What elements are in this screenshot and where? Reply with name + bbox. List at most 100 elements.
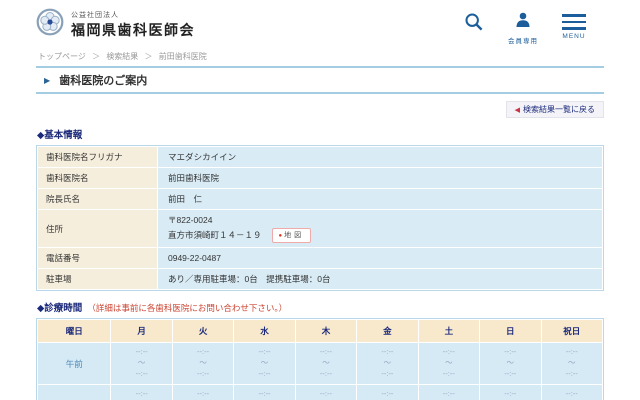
row-label: 院長氏名 [37,188,158,210]
search-icon [464,12,484,37]
column-header: 曜日 [36,319,112,344]
hours-note: （詳細は事前に各歯科医院にお問い合わせ下さい。） [87,303,288,314]
hours-heading: ◆診療時間 （詳細は事前に各歯科医院にお問い合わせ下さい。） [37,300,604,314]
table-row: 歯科医院名フリガナ マエダシカイイン [37,146,603,168]
hours-heading-text: ◆診療時間 [37,303,83,315]
title-triangle-icon: ▶ [44,76,51,85]
table-row: 駐車場 あり／専用駐車場：0台 提携駐車場：0台 [37,268,603,291]
org-name: 福岡県歯科医師会 [71,21,195,38]
row-label: 電話番号 [37,247,158,270]
row-label: 歯科医院名フリガナ [37,146,158,168]
time-tilde: ～ [506,358,515,368]
breadcrumb-search-results[interactable]: 検索結果 [106,52,138,61]
row-label: 住所 [37,208,158,249]
menu-label: MENU [562,32,586,40]
time-end: --:-- [504,368,517,378]
schedule-cell: --:-- ～ --:-- [479,342,542,385]
row-label: 歯科医院名 [37,167,158,189]
breadcrumb-home[interactable]: トップページ [38,52,86,61]
time-start: --:-- [565,388,578,398]
time-start: --:-- [258,347,271,357]
row-value: 前田歯科医院 [157,167,603,189]
row-value: 前田 仁 [157,188,603,210]
time-tilde: ～ [568,358,576,368]
time-end: --:-- [258,368,271,378]
time-end: --:-- [442,368,455,378]
header-actions: 会員専用 MENU [464,8,604,45]
time-start: --:-- [135,388,148,398]
time-tilde: ～ [199,358,207,368]
table-row: 歯科医院名 前田歯科医院 [37,167,603,189]
row-label: 午前 [36,342,112,385]
schedule-cell: --:-- ～ --:-- [417,383,481,400]
breadcrumb-current: 前田歯科医院 [158,52,207,61]
member-area-label: 会員専用 [508,38,538,45]
column-header: 水 [233,319,296,344]
time-start: --:-- [319,388,332,398]
map-pin-icon: ● [278,232,283,239]
time-end: --:-- [135,368,148,378]
postal-code: 〒822-0024 [168,215,213,225]
time-end: --:-- [319,368,332,378]
hours-table: 曜日 月 火 水 木 金 土 日 祝日 午前 --:-- ～ --:-- --:… [36,318,604,400]
column-header: 火 [171,319,235,344]
row-value: あり／専用駐車場：0台 提携駐車場：0台 [157,268,603,291]
search-button[interactable] [464,12,484,37]
schedule-cell: --:-- ～ --:-- [110,383,173,400]
schedule-cell: --:-- ～ --:-- [540,342,603,385]
time-end: --:-- [565,368,578,378]
member-area-button[interactable]: 会員専用 [508,12,538,45]
schedule-cell: --:-- ～ --:-- [294,342,358,385]
schedule-cell: --:-- ～ --:-- [171,342,235,385]
back-row: ◀ 検索結果一覧に戻る [36,99,604,118]
time-start: --:-- [381,388,394,398]
org-type: 公益社団法人 [71,11,119,19]
schedule-cell: --:-- ～ --:-- [356,342,419,385]
hours-header-row: 曜日 月 火 水 木 金 土 日 祝日 [36,319,603,344]
basic-info-table: 歯科医院名フリガナ マエダシカイイン 歯科医院名 前田歯科医院 院長氏名 前田 … [36,145,604,292]
back-arrow-icon: ◀ [514,107,520,114]
column-header: 日 [479,319,542,344]
time-tilde: ～ [445,358,453,368]
column-header: 月 [110,319,173,344]
street-address: 直方市須崎町１４－１９ ● 地図 [168,227,592,244]
column-header: 金 [356,319,419,344]
page-title: 歯科医院のご案内 [59,75,148,87]
map-button[interactable]: ● 地図 [271,227,312,244]
map-button-label: 地図 [284,231,305,239]
time-start: --:-- [135,347,148,357]
page-title-bar: ▶ 歯科医院のご案内 [36,66,604,94]
page: 公益社団法人 福岡県歯科医師会 会員専用 MENU トップページ ＞ 検索結果 … [0,0,640,400]
time-start: --:-- [258,388,271,398]
member-person-icon [515,12,531,32]
table-row-address: 住所 〒822-0024 直方市須崎町１４－１９ ● 地図 [37,208,603,249]
row-label: 午後 [36,383,112,400]
time-start: --:-- [504,388,517,398]
time-tilde: ～ [322,358,330,368]
schedule-cell: --:-- ～ --:-- [171,383,235,400]
schedule-cell: --:-- ～ --:-- [233,342,296,385]
street-text: 直方市須崎町１４－１９ [168,229,262,240]
hours-row-afternoon: 午後 --:-- ～ --:-- --:-- ～ --:-- --:-- ～ -… [36,383,603,400]
row-value: 〒822-0024 直方市須崎町１４－１９ ● 地図 [157,208,603,249]
schedule-cell: --:-- ～ --:-- [417,342,481,385]
breadcrumb-separator: ＞ [92,52,101,61]
table-row: 院長氏名 前田 仁 [37,188,603,210]
table-row: 電話番号 0949-22-0487 [37,247,603,270]
row-label: 駐車場 [37,268,158,291]
time-end: --:-- [197,368,210,378]
time-start: --:-- [319,347,332,357]
column-header: 祝日 [540,319,603,344]
time-start: --:-- [197,388,210,398]
site-header: 公益社団法人 福岡県歯科医師会 会員専用 MENU [36,8,604,50]
site-logo[interactable]: 公益社団法人 福岡県歯科医師会 [36,8,195,41]
back-to-results-link[interactable]: ◀ 検索結果一覧に戻る [505,101,604,118]
menu-button[interactable]: MENU [562,12,586,40]
time-start: --:-- [197,347,210,357]
association-logo-icon [36,8,64,41]
hours-row-morning: 午前 --:-- ～ --:-- --:-- ～ --:-- --:-- ～ -… [36,342,603,385]
schedule-cell: --:-- ～ --:-- [540,383,603,400]
time-end: --:-- [381,368,394,378]
column-header: 土 [417,319,481,344]
schedule-cell: --:-- ～ --:-- [356,383,419,400]
